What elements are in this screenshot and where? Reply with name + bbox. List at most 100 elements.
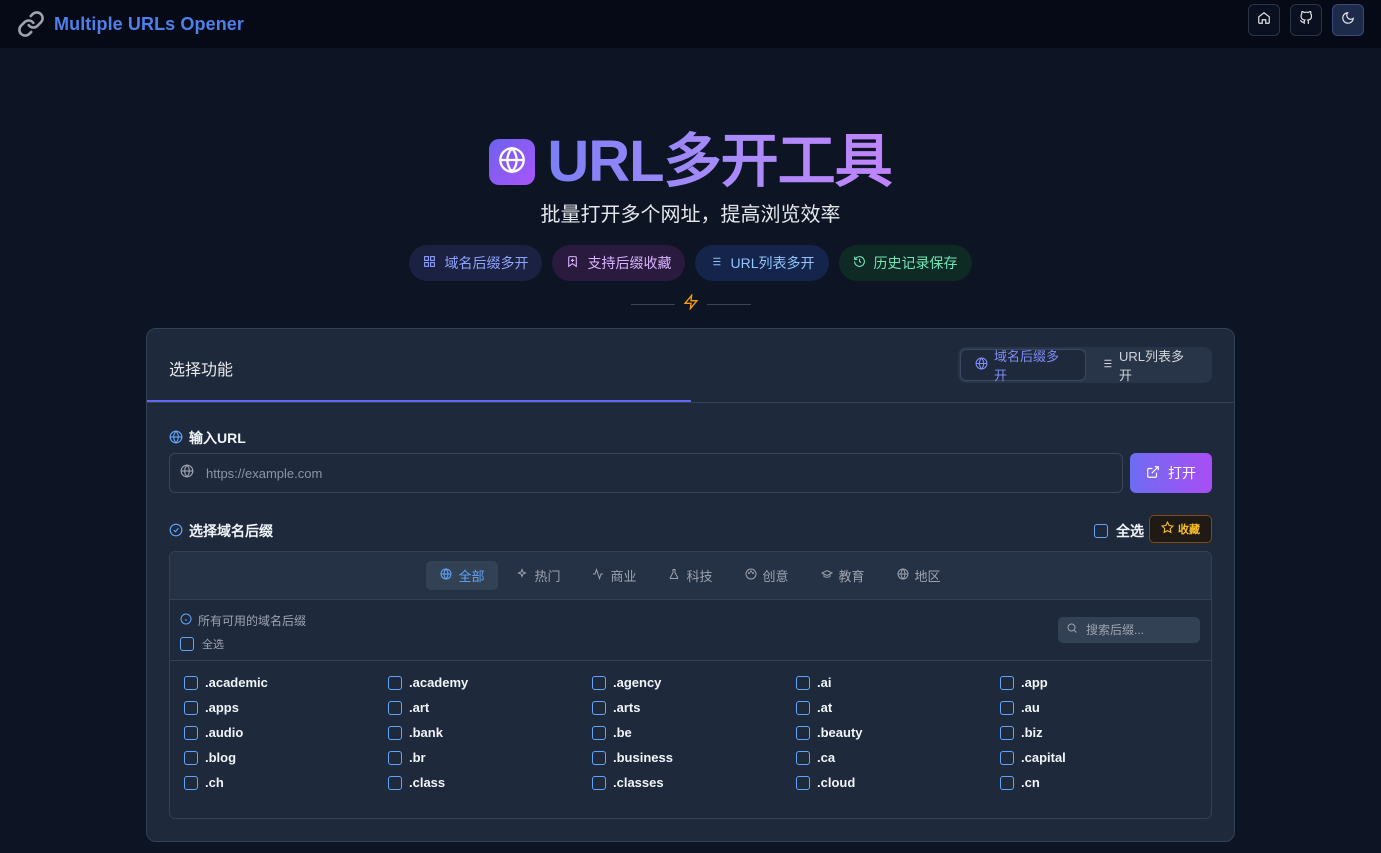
category-tab-creative[interactable]: 创意 <box>731 561 803 590</box>
suffix-checkbox[interactable] <box>184 725 198 740</box>
suffix-checkbox[interactable] <box>184 775 198 790</box>
suffix-checkbox[interactable] <box>592 725 606 740</box>
category-tab-tech[interactable]: 科技 <box>654 561 726 590</box>
suffix-option[interactable]: .app <box>1000 670 1204 695</box>
category-tab-hot[interactable]: 热门 <box>502 561 574 590</box>
suffix-checkbox[interactable] <box>796 750 810 765</box>
suffix-option[interactable]: .blog <box>184 745 388 770</box>
suffix-checkbox[interactable] <box>388 725 402 740</box>
theme-toggle-button[interactable] <box>1332 4 1364 36</box>
suffix-option[interactable]: .at <box>796 695 1000 720</box>
sub-select-all-label: 全选 <box>202 639 224 651</box>
sub-select-all-toggle[interactable]: 全选 <box>180 636 224 652</box>
suffix-option[interactable]: .ch <box>184 770 388 795</box>
url-input[interactable] <box>206 465 1006 481</box>
open-button[interactable]: 打开 <box>1130 453 1212 493</box>
tab-url-list[interactable]: URL列表多开 <box>1086 349 1210 383</box>
suffix-option[interactable]: .academic <box>184 670 388 695</box>
suffix-option[interactable]: .art <box>388 695 592 720</box>
suffix-option[interactable]: .business <box>592 745 796 770</box>
category-label: 全部 <box>458 569 485 584</box>
feature-pill-url-list: URL列表多开 <box>695 245 829 281</box>
suffix-option[interactable]: .classes <box>592 770 796 795</box>
feature-pill-history: 历史记录保存 <box>838 245 972 281</box>
suffix-checkbox[interactable] <box>388 775 402 790</box>
suffix-label: .at <box>817 700 833 715</box>
suffix-option[interactable]: .br <box>388 745 592 770</box>
suffix-option[interactable]: .academy <box>388 670 592 695</box>
github-button[interactable] <box>1290 4 1322 36</box>
suffix-option[interactable]: .agency <box>592 670 796 695</box>
suffix-checkbox[interactable] <box>388 675 402 690</box>
suffix-checkbox[interactable] <box>796 675 810 690</box>
suffix-checkbox[interactable] <box>592 675 606 690</box>
suffix-option[interactable]: .ai <box>796 670 1000 695</box>
suffix-checkbox[interactable] <box>1000 725 1014 740</box>
suffix-label: .art <box>409 700 430 715</box>
select-all-toggle[interactable]: 全选 <box>1094 521 1144 541</box>
category-tab-education[interactable]: 教育 <box>807 561 879 590</box>
graduation-cap-icon <box>820 568 833 583</box>
home-button[interactable] <box>1248 4 1280 36</box>
suffix-option[interactable]: .audio <box>184 720 388 745</box>
suffix-checkbox[interactable] <box>796 700 810 715</box>
suffix-checkbox[interactable] <box>184 750 198 765</box>
brand[interactable]: Multiple URLs Opener <box>16 9 244 39</box>
select-all-checkbox[interactable] <box>1094 524 1108 538</box>
suffix-option[interactable]: .be <box>592 720 796 745</box>
suffix-checkbox[interactable] <box>1000 775 1014 790</box>
suffix-checkbox[interactable] <box>796 725 810 740</box>
suffix-checkbox[interactable] <box>184 675 198 690</box>
category-tab-region[interactable]: 地区 <box>883 561 955 590</box>
suffix-checkbox[interactable] <box>388 750 402 765</box>
activity-icon <box>592 567 604 583</box>
favorite-button[interactable]: 收藏 <box>1149 515 1212 543</box>
suffix-label: .ch <box>205 775 224 790</box>
suffix-option[interactable]: .bank <box>388 720 592 745</box>
suffix-checkbox[interactable] <box>592 700 606 715</box>
suffix-checkbox[interactable] <box>388 700 402 715</box>
page-title: URL多开工具 <box>547 129 892 194</box>
suffix-option[interactable]: .arts <box>592 695 796 720</box>
suffix-option[interactable]: .class <box>388 770 592 795</box>
globe-icon <box>498 146 526 179</box>
suffix-label: .beauty <box>817 725 863 740</box>
tab-label: URL列表多开 <box>1119 349 1185 383</box>
sub-select-all-checkbox[interactable] <box>180 637 194 651</box>
suffix-option[interactable]: .cn <box>1000 770 1204 795</box>
suffix-search-input[interactable] <box>1086 623 1196 637</box>
select-all-label: 全选 <box>1116 523 1144 539</box>
suffix-checkbox[interactable] <box>1000 675 1014 690</box>
suffix-option[interactable]: .apps <box>184 695 388 720</box>
suffix-option[interactable]: .au <box>1000 695 1204 720</box>
suffix-option[interactable]: .capital <box>1000 745 1204 770</box>
suffix-checkbox[interactable] <box>184 700 198 715</box>
suffix-option[interactable]: .beauty <box>796 720 1000 745</box>
bookmark-icon <box>566 255 579 271</box>
suffix-option[interactable]: .cloud <box>796 770 1000 795</box>
category-tab-all[interactable]: 全部 <box>426 561 499 590</box>
header-underline <box>147 400 691 402</box>
suffix-checkbox[interactable] <box>1000 750 1014 765</box>
suffix-checkbox[interactable] <box>592 750 606 765</box>
hero-divider <box>0 292 1381 314</box>
suffix-label: .au <box>1021 700 1040 715</box>
suffix-checkbox[interactable] <box>796 775 810 790</box>
suffix-checkbox[interactable] <box>1000 700 1014 715</box>
suffix-option[interactable]: .biz <box>1000 720 1204 745</box>
tab-suffix-open[interactable]: 域名后缀多开 <box>960 349 1086 383</box>
suffix-label: .arts <box>613 700 641 715</box>
suffix-option[interactable]: .ca <box>796 745 1000 770</box>
main-card: 选择功能 域名后缀多开 URL列表多开 输入URL https://exampl… <box>146 328 1235 842</box>
suffix-checkbox[interactable] <box>592 775 606 790</box>
grid-icon <box>423 255 436 271</box>
suffix-label: .bank <box>409 725 443 740</box>
category-tab-business[interactable]: 商业 <box>578 561 650 590</box>
feature-pill-label: 支持后缀收藏 <box>587 255 672 271</box>
feature-pill-label: URL列表多开 <box>730 255 815 271</box>
app-title: Multiple URLs Opener <box>54 13 245 34</box>
suffix-label: .apps <box>205 700 239 715</box>
divider-line <box>630 303 675 305</box>
category-tabs: 全部 热门 商业 科技 创意 教育 地区 <box>170 552 1211 600</box>
suffix-panel: 全部 热门 商业 科技 创意 教育 地区 所有可用的域名后缀 全选 搜索后缀..… <box>169 551 1212 819</box>
